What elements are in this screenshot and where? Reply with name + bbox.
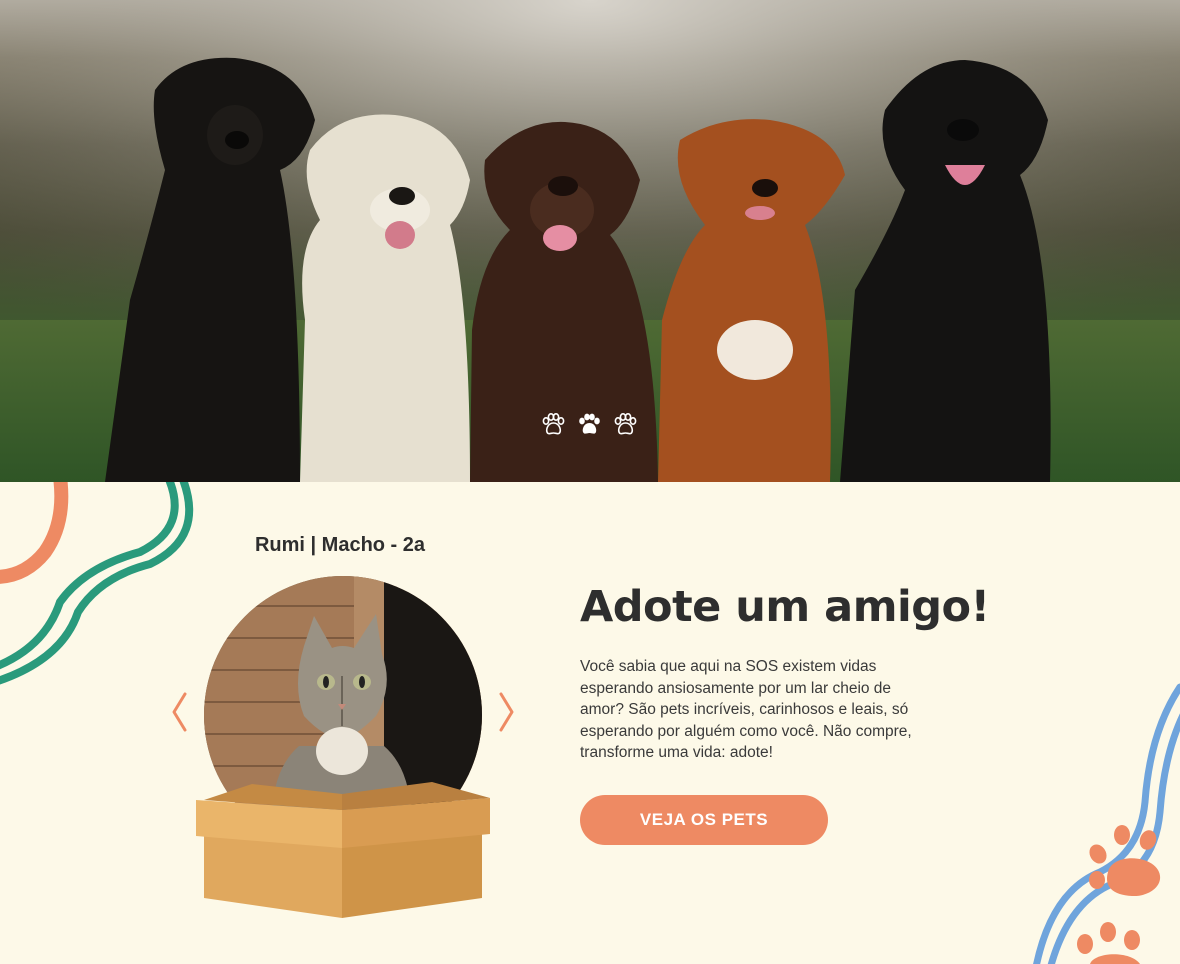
section-title: Adote um amigo! xyxy=(580,582,990,632)
chevron-left-icon[interactable] xyxy=(168,690,190,734)
paw-decor-2 xyxy=(1077,922,1140,964)
cardboard-box-illustration xyxy=(196,782,490,918)
paw-icon[interactable] xyxy=(612,412,638,438)
hero-dogs-photo xyxy=(0,0,1180,482)
see-pets-button[interactable]: VEJA OS PETS xyxy=(580,795,828,845)
section-description: Você sabia que aqui na SOS existem vidas… xyxy=(580,658,912,761)
paw-decor-1 xyxy=(1089,825,1161,897)
adopt-section: Rumi | Macho - 2a Adote um amigo! Você s… xyxy=(0,482,1180,964)
hero-banner xyxy=(0,0,1180,482)
dog-4 xyxy=(658,119,845,482)
dog-2 xyxy=(300,114,470,482)
hero-carousel-dots xyxy=(540,412,638,438)
paw-icon[interactable] xyxy=(576,412,602,438)
pet-caption: Rumi | Macho - 2a xyxy=(254,534,426,556)
paw-icon[interactable] xyxy=(540,412,566,438)
chevron-right-icon[interactable] xyxy=(496,690,518,734)
